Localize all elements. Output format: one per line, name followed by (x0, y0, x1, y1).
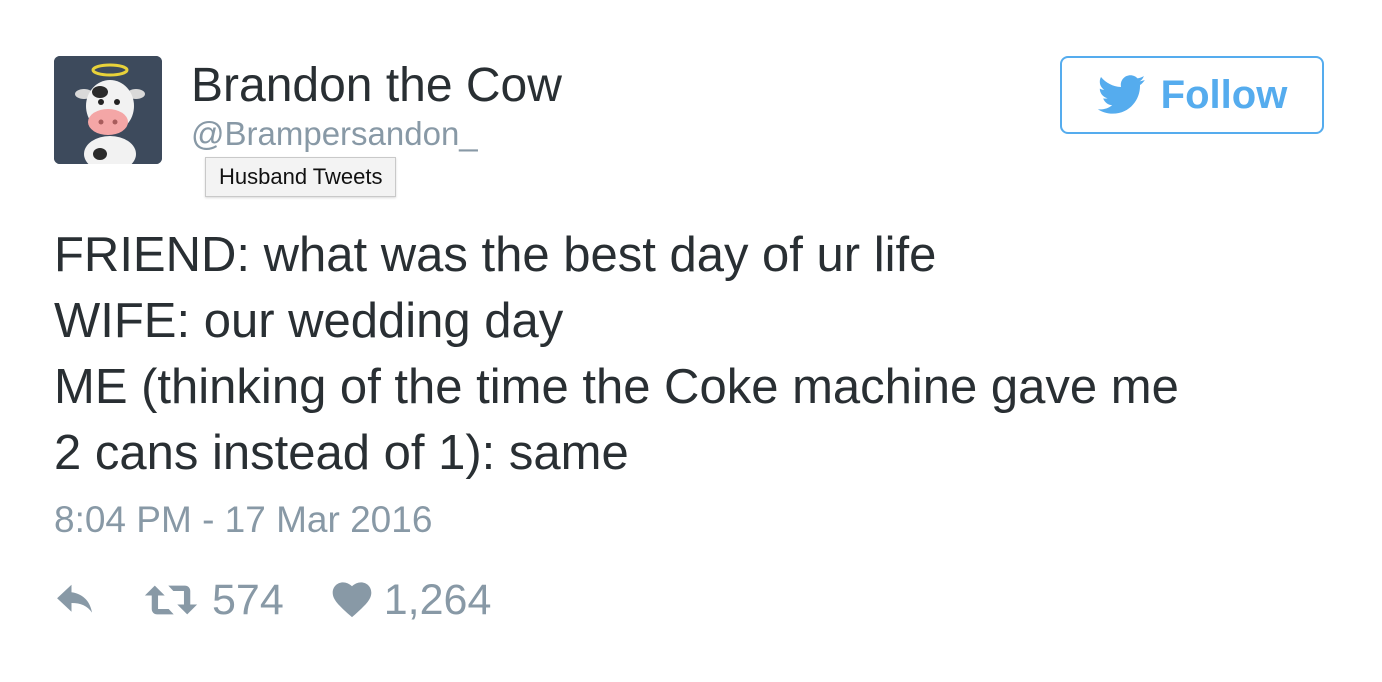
tweet-line: ME (thinking of the time the Coke machin… (54, 360, 1179, 414)
tweet-timestamp[interactable]: 8:04 PM - 17 Mar 2016 (54, 497, 432, 543)
follow-button[interactable]: Follow (1060, 56, 1324, 134)
heart-icon (332, 582, 372, 618)
user-handle[interactable]: @Brampersandon_ (191, 114, 478, 154)
like-button[interactable]: 1,264 (332, 574, 492, 626)
reply-button[interactable] (54, 582, 98, 618)
like-count: 1,264 (383, 576, 492, 624)
tweet-line: FRIEND: what was the best day of ur life (54, 228, 937, 282)
tweet-text: FRIEND: what was the best day of ur life… (54, 222, 1344, 486)
tooltip: Husband Tweets (205, 157, 397, 197)
tweet-line: 2 cans instead of 1): same (54, 426, 629, 480)
retweet-button[interactable]: 574 (142, 574, 284, 626)
twitter-bird-icon (1097, 75, 1147, 115)
avatar[interactable] (54, 56, 162, 164)
tweet-actions: 574 1,264 (54, 574, 491, 626)
cow-avatar-icon (54, 56, 162, 164)
reply-icon (57, 584, 93, 613)
display-name[interactable]: Brandon the Cow (191, 58, 562, 114)
tweet-line: WIFE: our wedding day (54, 294, 564, 348)
tweet-card: Brandon the Cow @Brampersandon_ Husband … (0, 0, 1382, 682)
follow-label: Follow (1160, 73, 1288, 117)
retweet-icon (144, 585, 198, 615)
retweet-count: 574 (212, 576, 284, 624)
